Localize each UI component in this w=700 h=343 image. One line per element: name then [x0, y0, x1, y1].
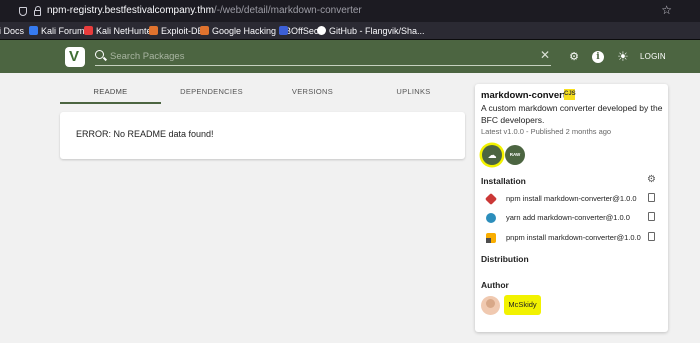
- lock-icon[interactable]: [34, 6, 41, 16]
- theme-toggle-icon[interactable]: ☀: [617, 50, 629, 63]
- author-avatar[interactable]: [481, 296, 500, 315]
- tab-dependencies[interactable]: DEPENDENCIES: [161, 84, 262, 104]
- install-command: pnpm install markdown-converter@1.0.0: [506, 233, 641, 242]
- shield-icon[interactable]: [19, 7, 27, 16]
- bookmark-kali-docs[interactable]: li Docs: [0, 26, 24, 37]
- login-button[interactable]: LOGIN: [640, 52, 666, 62]
- verdaccio-logo[interactable]: V: [65, 47, 85, 67]
- bookmark-label: OffSec: [291, 26, 319, 36]
- search-input[interactable]: [110, 49, 530, 64]
- url-path: /-/web/detail/markdown-converter: [213, 5, 362, 16]
- bookmark-label: Exploit-DB: [161, 26, 204, 36]
- clear-icon[interactable]: ✕: [540, 48, 550, 62]
- npm-icon: [484, 192, 498, 206]
- raw-label: RAW: [509, 152, 521, 157]
- settings-icon[interactable]: ⚙: [568, 51, 580, 63]
- install-row-yarn: yarn add markdown-converter@1.0.0: [486, 210, 662, 225]
- cloud-download-icon: ☁: [487, 150, 497, 160]
- install-command: npm install markdown-converter@1.0.0: [506, 194, 637, 203]
- yarn-icon: [486, 213, 496, 223]
- bookmark-offsec[interactable]: OffSec: [279, 26, 318, 37]
- author-name[interactable]: McSkidy: [504, 295, 541, 315]
- bookmark-github[interactable]: GitHub - Flangvik/Sha...: [317, 26, 425, 37]
- module-format-badge: CJS: [564, 89, 576, 100]
- bookmarks-bar: li Docs Kali Forums Kali NetHunter Explo…: [0, 22, 700, 40]
- readme-card: ERROR: No README data found!: [60, 112, 465, 159]
- copy-icon[interactable]: [645, 191, 655, 202]
- bookmark-exploit-db[interactable]: Exploit-DB: [149, 26, 204, 37]
- author-title: Author: [481, 280, 509, 290]
- search-icon: [95, 50, 104, 59]
- bookmark-kali-nethunter[interactable]: Kali NetHunter: [84, 26, 155, 37]
- kali-icon: [29, 26, 38, 35]
- detail-tabs: README DEPENDENCIES VERSIONS UPLINKS: [60, 84, 465, 104]
- github-icon: [317, 26, 326, 35]
- bookmark-label: Kali Forums: [41, 26, 90, 36]
- bookmark-kali-forums[interactable]: Kali Forums: [29, 26, 89, 37]
- bookmark-label: Kali NetHunter: [96, 26, 155, 36]
- tab-versions[interactable]: VERSIONS: [262, 84, 363, 104]
- url-text[interactable]: npm-registry.bestfestivalcompany.thm/-/w…: [47, 4, 362, 18]
- installation-title: Installation: [481, 176, 526, 186]
- readme-error-message: ERROR: No README data found!: [76, 129, 214, 139]
- package-name: markdown-converter: [481, 90, 575, 101]
- exploit-db-icon: [149, 26, 158, 35]
- settings-icon[interactable]: ⚙: [647, 175, 656, 185]
- ghdb-icon: [200, 26, 209, 35]
- search-bar[interactable]: ✕: [95, 48, 551, 66]
- bookmark-star-icon[interactable]: ☆: [661, 4, 672, 17]
- url-host: npm-registry.bestfestivalcompany.thm: [47, 5, 214, 16]
- copy-icon[interactable]: [645, 230, 655, 241]
- bookmark-google-hacking-db[interactable]: Google Hacking DB: [200, 26, 291, 37]
- nethunter-icon: [84, 26, 93, 35]
- tab-uplinks[interactable]: UPLINKS: [363, 84, 464, 104]
- download-tarball-button[interactable]: ☁: [482, 145, 502, 165]
- browser-url-bar[interactable]: npm-registry.bestfestivalcompany.thm/-/w…: [0, 0, 700, 22]
- bookmark-label: li Docs: [0, 26, 25, 36]
- raw-manifest-button[interactable]: RAW: [505, 145, 525, 165]
- offsec-icon: [279, 26, 288, 35]
- copy-icon[interactable]: [645, 210, 655, 221]
- logo-icon: V: [69, 48, 80, 65]
- info-icon[interactable]: i: [592, 51, 604, 63]
- package-latest-version: Latest v1.0.0 - Published 2 months ago: [481, 127, 612, 136]
- package-description: A custom markdown converter developed by…: [481, 103, 663, 125]
- install-row-npm: npm install markdown-converter@1.0.0: [484, 191, 662, 206]
- tab-readme[interactable]: README: [60, 84, 161, 104]
- install-command: yarn add markdown-converter@1.0.0: [506, 213, 630, 222]
- install-row-pnpm: pnpm install markdown-converter@1.0.0: [486, 230, 662, 245]
- pnpm-icon: [486, 233, 496, 243]
- bookmark-label: GitHub - Flangvik/Sha...: [329, 26, 425, 36]
- package-sidebar: markdown-converter CJS A custom markdown…: [475, 84, 668, 332]
- distribution-title: Distribution: [481, 254, 529, 264]
